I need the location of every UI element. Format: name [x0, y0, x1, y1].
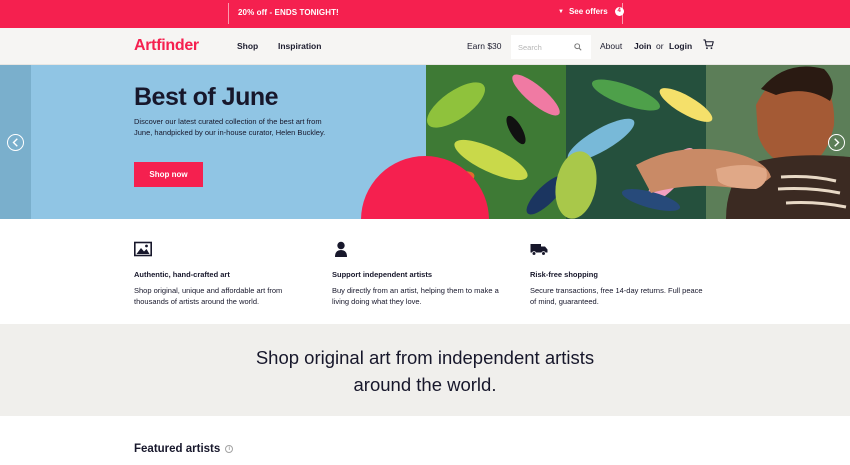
tagline-text: Shop original art from independent artis… — [255, 347, 595, 395]
cart-icon[interactable] — [703, 39, 714, 50]
feature-description: Buy directly from an artist, helping the… — [332, 286, 499, 306]
featured-artists-heading: Featured artists i — [134, 443, 234, 455]
info-icon[interactable]: i — [225, 445, 234, 453]
search-box[interactable] — [511, 35, 591, 59]
feature-risk-free: Risk-free shopping Secure transactions, … — [530, 241, 710, 307]
search-icon[interactable] — [574, 43, 582, 51]
feature-description: Secure transactions, free 14-day returns… — [530, 286, 703, 306]
nav-inspiration[interactable]: Inspiration — [278, 41, 321, 51]
truck-icon — [530, 244, 548, 256]
feature-title: Authentic, hand-crafted art — [134, 270, 230, 279]
or-text: or — [656, 41, 664, 51]
featured-artists-title: Featured artists — [134, 443, 221, 455]
tagline-section: Shop original art from independent artis… — [0, 324, 850, 416]
see-offers-label: See offers — [568, 7, 608, 16]
hero-banner: Best of June Discover our latest curated… — [0, 65, 850, 219]
artfinder-logo[interactable]: Artfinder — [134, 37, 199, 55]
arrow-left-icon — [12, 138, 18, 147]
arrow-right-icon — [834, 138, 840, 147]
hero-artwork-image — [426, 65, 850, 219]
feature-support-artists: Support independent artists Buy directly… — [332, 241, 512, 307]
promo-text: 20% off - ENDS TONIGHT! — [238, 8, 339, 17]
features-section: Authentic, hand-crafted art Shop origina… — [0, 219, 850, 324]
nav-shop[interactable]: Shop — [237, 41, 258, 51]
person-icon — [335, 241, 347, 257]
join-link[interactable]: Join — [634, 41, 651, 51]
site-header: Artfinder Shop Inspiration Earn $30 Abou… — [0, 28, 850, 65]
earn-link[interactable]: Earn $30 — [467, 41, 502, 51]
promo-divider — [228, 3, 229, 24]
hero-description: Discover our latest curated collection o… — [134, 117, 326, 137]
see-offers-button[interactable]: ▼ See offers 4 — [558, 7, 624, 16]
login-link[interactable]: Login — [669, 41, 692, 51]
about-link[interactable]: About — [600, 41, 622, 51]
carousel-prev-button[interactable] — [7, 134, 24, 151]
carousel-next-button[interactable] — [828, 134, 845, 151]
hero-title: Best of June — [134, 83, 279, 111]
chevron-down-icon: ▼ — [558, 8, 564, 15]
image-icon — [134, 241, 152, 257]
feature-description: Shop original, unique and affordable art… — [134, 286, 283, 306]
feature-authentic-art: Authentic, hand-crafted art Shop origina… — [134, 241, 314, 307]
search-input[interactable] — [518, 41, 574, 53]
feature-title: Risk-free shopping — [530, 270, 598, 279]
shop-now-button[interactable]: Shop now — [134, 162, 203, 187]
feature-title: Support independent artists — [332, 270, 433, 279]
promo-bar: 20% off - ENDS TONIGHT! ▼ See offers 4 — [0, 0, 850, 28]
offers-count-badge: 4 — [614, 7, 624, 16]
